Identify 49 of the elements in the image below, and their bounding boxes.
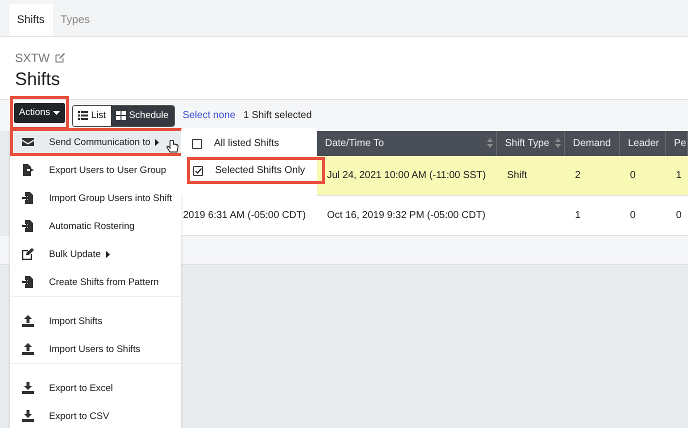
- sort-icon: [487, 138, 493, 148]
- file-import-icon: [22, 192, 34, 204]
- upload-icon: [22, 343, 34, 355]
- selection-count: 1 Shift selected: [243, 110, 312, 121]
- table-cell: Jul 24, 2021 10:00 AM (-11:00 SST): [327, 170, 486, 181]
- menu-item[interactable]: Import Users to Shifts: [10, 335, 181, 363]
- file-import-icon: [22, 276, 34, 288]
- actions-button[interactable]: Actions: [14, 102, 66, 122]
- view-toggle-button[interactable]: Schedule: [110, 106, 174, 126]
- table-cell: 0: [630, 210, 636, 221]
- file-export-icon: [22, 164, 34, 176]
- envelope-icon: [22, 136, 34, 148]
- caret-icon: [53, 110, 60, 114]
- menu-item[interactable]: Import Shifts: [10, 307, 181, 335]
- menu-item[interactable]: Export to CSV: [10, 402, 181, 428]
- table-cell: Shift: [507, 170, 528, 181]
- pointer-cursor-icon: [166, 140, 179, 154]
- caret-icon: [155, 138, 160, 146]
- table-cell: 0: [630, 170, 636, 181]
- page-title: Shifts: [15, 69, 62, 90]
- submenu-item[interactable]: Selected Shifts Only: [187, 157, 325, 184]
- edit-icon: [22, 248, 34, 260]
- tab[interactable]: Shifts: [9, 4, 53, 36]
- checkbox[interactable]: [192, 138, 202, 148]
- grid-icon: [116, 111, 126, 120]
- checkbox[interactable]: [193, 166, 203, 176]
- download-icon: [22, 410, 34, 422]
- caret-icon: [106, 250, 110, 258]
- file-import-icon: [22, 220, 34, 232]
- table-cell: Oct 16, 2019 9:32 PM (-05:00 CDT): [327, 210, 486, 221]
- sort-icon: [555, 138, 561, 148]
- menu-item[interactable]: Automatic Rostering: [10, 212, 181, 240]
- download-icon: [22, 382, 34, 394]
- table-cell: 2: [575, 170, 581, 181]
- table-cell: 1: [575, 210, 581, 221]
- menu-item[interactable]: Bulk Update: [10, 240, 181, 268]
- page-subtitle: SXTW: [15, 51, 50, 65]
- edit-icon[interactable]: [54, 53, 65, 63]
- menu-item[interactable]: Export Users to User Group: [10, 156, 181, 184]
- list-icon: [78, 111, 88, 120]
- menu-item[interactable]: Create Shifts from Pattern: [10, 268, 181, 296]
- view-toggle-button[interactable]: List: [73, 106, 111, 126]
- table-cell: 0: [676, 210, 682, 221]
- upload-icon: [22, 315, 34, 327]
- menu-item[interactable]: Import Group Users into Shift: [10, 184, 181, 212]
- menu-item[interactable]: Export to Excel: [10, 374, 181, 402]
- table-cell: 2019 6:31 AM (-05:00 CDT): [183, 210, 306, 221]
- select-none-link[interactable]: Select none: [182, 110, 236, 121]
- table-cell: 1: [676, 170, 682, 181]
